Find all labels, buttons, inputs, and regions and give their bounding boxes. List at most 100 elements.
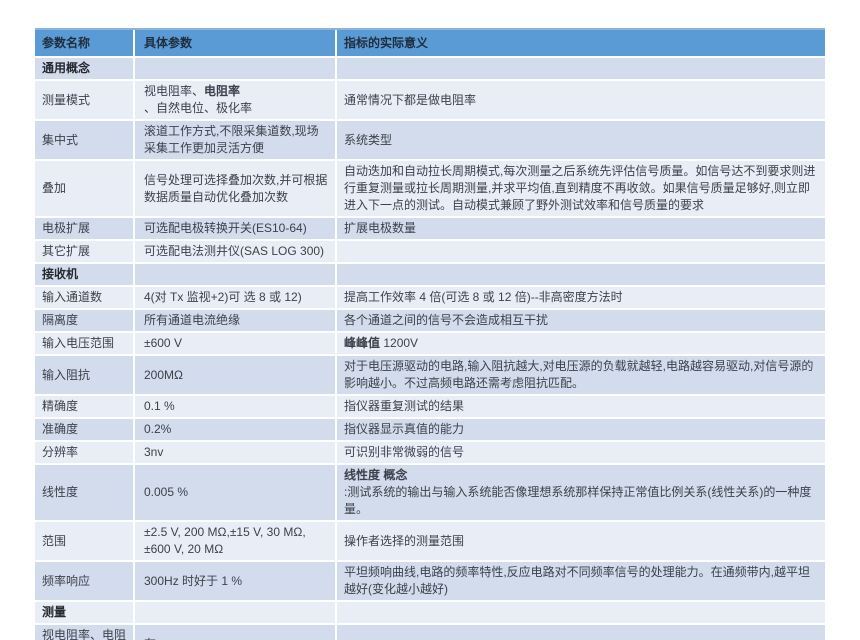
param-value-cell: 信号处理可选择叠加次数,并可根据数据质量自动优化叠加次数 [135,161,335,216]
param-meaning-cell: 系统类型 [337,121,825,159]
table-row: 分辨率 3nv 可识别非常微弱的信号 [35,442,825,463]
cell-text: 电阻率 [204,83,240,100]
table-row: 视电阻率、电阻率 有 [35,625,825,640]
cell-text: 范围 [42,533,66,550]
param-meaning-cell: 峰峰值 1200V [337,333,825,354]
table-row: 集中式 滚道工作方式,不限采集道数,现场采集工作更加灵活方便 系统类型 [35,121,825,159]
param-value-cell: 3nv [135,442,335,463]
param-value-cell: 4(对 Tx 监视+2)可 选 8 或 12) [135,287,335,308]
param-name-cell: 通用概念 [35,58,133,79]
cell-text: 自动迭加和自动拉长周期模式,每次测量之后系统先评估信号质量。如信号达不到要求则进… [344,163,818,214]
table-row: 电极扩展 可选配电极转换开关(ES10-64) 扩展电极数量 [35,218,825,239]
cell-text: 200MΩ [144,367,183,384]
table-row: 输入阻抗 200MΩ 对于电压源驱动的电路,输入阻抗越大,对电压源的负载就越轻,… [35,356,825,394]
table-row: 频率响应 300Hz 时好于 1 % 平坦频响曲线,电路的频率特性,反应电路对不… [35,562,825,600]
cell-text: 3nv [144,444,163,461]
param-value-cell [135,264,335,285]
param-value-cell: ±2.5 V, 200 MΩ,±15 V, 30 MΩ,±600 V, 20 M… [135,522,335,560]
table-row: 叠加 信号处理可选择叠加次数,并可根据数据质量自动优化叠加次数 自动迭加和自动拉… [35,161,825,216]
cell-text: 精确度 [42,398,78,415]
cell-text: 线性度 概念 [344,467,407,484]
param-value-cell: ±600 V [135,333,335,354]
cell-text: ±600 V [144,335,182,352]
param-name-cell: 精确度 [35,396,133,417]
section-row: 测量 [35,602,825,623]
cell-text: 输入通道数 [42,289,102,306]
param-meaning-cell: 扩展电极数量 [337,218,825,239]
cell-text: 0.2% [144,421,171,438]
cell-text: 滚道工作方式,不限采集道数,现场采集工作更加灵活方便 [144,123,328,157]
param-value-cell: 视电阻率、电阻率、自然电位、极化率 [135,81,335,119]
param-name-cell: 线性度 [35,465,133,520]
param-name-cell: 叠加 [35,161,133,216]
cell-text: 系统类型 [344,132,392,149]
param-meaning-cell: 操作者选择的测量范围 [337,522,825,560]
param-name-cell: 隔离度 [35,310,133,331]
param-meaning-cell: 提高工作效率 4 倍(可选 8 或 12 倍)--非高密度方法时 [337,287,825,308]
param-meaning-cell: 指仪器重复测试的结果 [337,396,825,417]
cell-text: 所有通道电流绝缘 [144,312,240,329]
cell-text: 0.005 % [144,484,188,501]
cell-text: 可识别非常微弱的信号 [344,444,464,461]
param-value-cell: 可选配电极转换开关(ES10-64) [135,218,335,239]
header-cell-param-value: 具体参数 [135,30,335,56]
section-row: 通用概念 [35,58,825,79]
param-name-cell: 频率响应 [35,562,133,600]
param-meaning-cell: 对于电压源驱动的电路,输入阻抗越大,对电压源的负载就越轻,电路越容易驱动,对信号… [337,356,825,394]
param-name-cell: 集中式 [35,121,133,159]
cell-text: 测量模式 [42,92,90,109]
cell-text: 操作者选择的测量范围 [344,533,464,550]
section-row: 接收机 [35,264,825,285]
cell-text: ±2.5 V, 200 MΩ,±15 V, 30 MΩ,±600 V, 20 M… [144,524,328,558]
spec-table: 参数名称 具体参数 指标的实际意义 通用概念 测量模式 视电阻率、电阻率、自然电… [35,28,825,640]
param-meaning-cell [337,241,825,262]
table-row: 准确度 0.2% 指仪器显示真值的能力 [35,419,825,440]
cell-text: 输入电压范围 [42,335,114,352]
cell-text: 有 [144,636,156,640]
cell-text: 可选配电法测井仪(SAS LOG 300) [144,243,324,260]
cell-text: 峰峰值 [344,335,380,352]
param-meaning-cell [337,58,825,79]
cell-text: 300Hz 时好于 1 % [144,573,242,590]
param-name-cell: 输入通道数 [35,287,133,308]
cell-text: 提高工作效率 4 倍(可选 8 或 12 倍)--非高密度方法时 [344,289,623,306]
param-value-cell: 300Hz 时好于 1 % [135,562,335,600]
table-row: 精确度 0.1 % 指仪器重复测试的结果 [35,396,825,417]
cell-text: 分辨率 [42,444,78,461]
param-name-cell: 电极扩展 [35,218,133,239]
param-value-cell: 200MΩ [135,356,335,394]
cell-text: 对于电压源驱动的电路,输入阻抗越大,对电压源的负载就越轻,电路越容易驱动,对信号… [344,358,818,392]
cell-text: 、自然电位、极化率 [144,100,252,117]
param-meaning-cell: 可识别非常微弱的信号 [337,442,825,463]
param-value-cell: 有 [135,625,335,640]
param-value-cell [135,58,335,79]
table-row: 线性度 0.005 % 线性度 概念:测试系统的输出与输入系统能否像理想系统那样… [35,465,825,520]
table-row: 输入通道数 4(对 Tx 监视+2)可 选 8 或 12) 提高工作效率 4 倍… [35,287,825,308]
cell-text: 叠加 [42,180,66,197]
table-body: 通用概念 测量模式 视电阻率、电阻率、自然电位、极化率 通常情况下都是做电阻率 … [35,58,825,640]
param-name-cell: 范围 [35,522,133,560]
param-name-cell: 视电阻率、电阻率 [35,625,133,640]
param-meaning-cell [337,602,825,623]
cell-text: 视电阻率、 [144,83,204,100]
cell-text: 接收机 [42,266,78,283]
cell-text: 各个通道之间的信号不会造成相互干扰 [344,312,548,329]
cell-text: 频率响应 [42,573,90,590]
param-meaning-cell: 各个通道之间的信号不会造成相互干扰 [337,310,825,331]
cell-text: 信号处理可选择叠加次数,并可根据数据质量自动优化叠加次数 [144,172,328,206]
param-meaning-cell: 线性度 概念:测试系统的输出与输入系统能否像理想系统那样保持正常值比例关系(线性… [337,465,825,520]
param-name-cell: 输入电压范围 [35,333,133,354]
cell-text: 测量 [42,604,66,621]
cell-text: 准确度 [42,421,78,438]
header-cell-param-meaning: 指标的实际意义 [337,30,825,56]
cell-text: 输入阻抗 [42,367,90,384]
param-value-cell: 可选配电法测井仪(SAS LOG 300) [135,241,335,262]
cell-text: 集中式 [42,132,78,149]
param-meaning-cell: 平坦频响曲线,电路的频率特性,反应电路对不同频率信号的处理能力。在通频带内,越平… [337,562,825,600]
cell-text: 指仪器重复测试的结果 [344,398,464,415]
table-row: 范围 ±2.5 V, 200 MΩ,±15 V, 30 MΩ,±600 V, 2… [35,522,825,560]
param-name-cell: 准确度 [35,419,133,440]
cell-text: 线性度 [42,484,78,501]
param-value-cell [135,602,335,623]
cell-text: 通常情况下都是做电阻率 [344,92,476,109]
